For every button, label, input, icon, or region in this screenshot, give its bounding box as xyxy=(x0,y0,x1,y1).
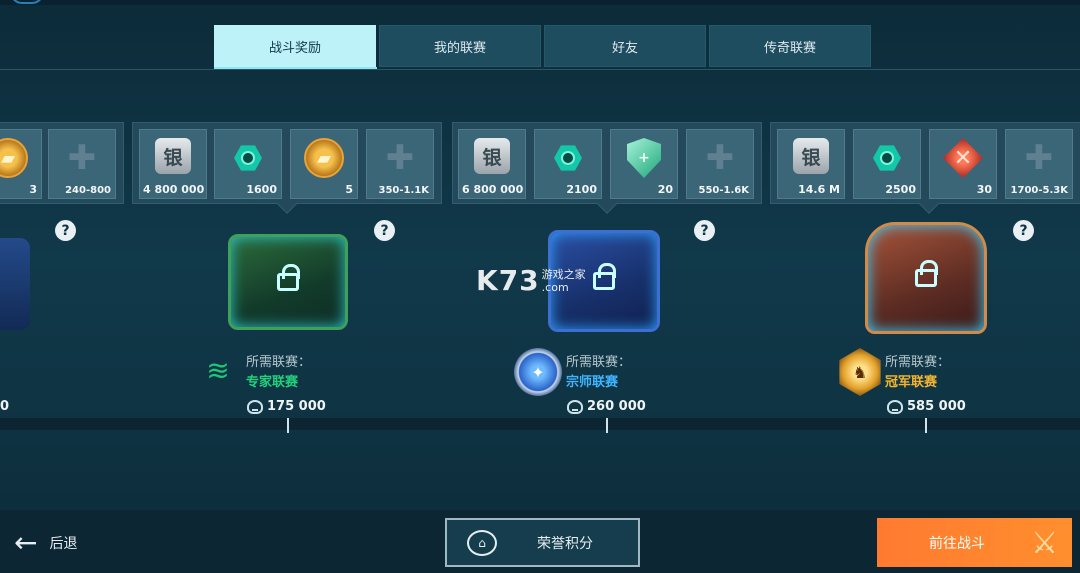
reward-tile-silver[interactable]: 银 6 800 000 xyxy=(458,129,526,199)
crossed-swords-icon: ✕ xyxy=(943,138,983,178)
league-name-expert: 专家联赛 xyxy=(246,375,299,390)
reward-tile-gold[interactable]: ▰ 5 xyxy=(290,129,358,199)
lock-icon xyxy=(593,263,616,290)
honor-points-icon xyxy=(887,399,903,414)
points-threshold: 175 000 xyxy=(247,399,326,414)
tab-legend-league[interactable]: 传奇联赛 xyxy=(709,25,871,67)
points-threshold: 260 000 xyxy=(567,399,646,414)
reward-tile-gem[interactable]: 2100 xyxy=(534,129,602,199)
required-league-label: 所需联赛： xyxy=(566,355,632,370)
reward-tile-silver[interactable]: 银 14.6 M xyxy=(777,129,845,199)
points-value: 0 xyxy=(0,399,10,414)
reward-tile-puzzle[interactable]: ✚ 550-1.6K xyxy=(686,129,754,199)
puzzle-piece-icon: ✚ xyxy=(67,138,97,178)
master-league-emblem-icon: ✦ xyxy=(514,348,562,396)
help-button[interactable]: ? xyxy=(1013,220,1034,241)
honor-points-label: 荣誉积分 xyxy=(537,535,593,552)
reward-tile-silver[interactable]: 银 4 800 000 xyxy=(139,129,207,199)
help-button[interactable]: ? xyxy=(55,220,76,241)
points-value: 585 000 xyxy=(907,399,966,414)
silver-icon: 银 xyxy=(474,138,510,174)
puzzle-piece-icon: ✚ xyxy=(385,138,415,178)
track-tick xyxy=(925,418,927,433)
points-threshold-partial: 0 xyxy=(0,399,9,414)
league-name-champion: 冠军联赛 xyxy=(885,375,938,390)
reward-tile-shield[interactable]: + 20 xyxy=(610,129,678,199)
points-threshold: 585 000 xyxy=(887,399,966,414)
reward-tile-gem[interactable]: 1600 xyxy=(214,129,282,199)
reward-tile-puzzle[interactable]: ✚ 350-1.1K xyxy=(366,129,434,199)
league-name-master: 宗师联赛 xyxy=(566,375,619,390)
progress-track xyxy=(0,418,1080,430)
reward-amount: 1600 xyxy=(246,183,277,196)
reward-tile-gold[interactable]: ▰ 3 xyxy=(0,129,42,199)
tab-friends[interactable]: 好友 xyxy=(544,25,706,67)
back-arrow-icon: ← xyxy=(14,526,38,559)
reward-amount: 6 800 000 xyxy=(462,183,524,196)
gold-bars-icon: ▰ xyxy=(0,138,28,178)
honor-points-icon: ⌂ xyxy=(467,529,497,556)
chest-partial[interactable] xyxy=(0,238,30,330)
lock-icon xyxy=(915,260,938,287)
points-value: 260 000 xyxy=(587,399,646,414)
tabs-divider xyxy=(0,69,1080,70)
back-button[interactable]: ← 后退 xyxy=(14,526,77,560)
points-value: 175 000 xyxy=(267,399,326,414)
honor-points-button[interactable]: ⌂ 荣誉积分 xyxy=(445,518,640,567)
crossed-swords-icon: ⚔ xyxy=(1031,526,1058,561)
watermark-line1: 游戏之家 xyxy=(541,267,586,281)
reward-amount: 1700-5.3K xyxy=(1010,185,1068,196)
watermark-logo: K73 xyxy=(476,264,540,297)
reward-tile-puzzle[interactable]: ✚ 240-800 xyxy=(48,129,116,199)
reward-amount: 30 xyxy=(976,183,992,196)
puzzle-piece-icon: ✚ xyxy=(1024,138,1054,178)
gem-icon xyxy=(548,138,588,178)
chest-champion[interactable] xyxy=(865,222,987,334)
reward-tile-puzzle[interactable]: ✚ 1700-5.3K xyxy=(1005,129,1073,199)
back-label: 后退 xyxy=(49,536,78,552)
reward-amount: 3 xyxy=(29,183,37,196)
honor-points-icon xyxy=(567,399,583,414)
chest-expert[interactable] xyxy=(228,234,348,330)
help-button[interactable]: ? xyxy=(694,220,715,241)
tab-battle-rewards[interactable]: 战斗奖励 xyxy=(214,25,376,67)
silver-icon: 银 xyxy=(155,138,191,174)
reward-amount: 4 800 000 xyxy=(143,183,205,196)
shield-icon: + xyxy=(627,138,661,178)
gem-icon xyxy=(867,138,907,178)
honor-points-icon xyxy=(247,399,263,414)
watermark-line2: .com xyxy=(541,280,569,294)
lock-icon xyxy=(277,264,300,291)
reward-amount: 240-800 xyxy=(65,185,111,196)
silver-icon: 银 xyxy=(793,138,829,174)
reward-amount: 14.6 M xyxy=(798,183,840,196)
go-to-battle-button[interactable]: 前往战斗 ⚔ xyxy=(877,518,1072,567)
reward-amount: 5 xyxy=(345,183,353,196)
track-tick xyxy=(606,418,608,433)
required-league-label: 所需联赛： xyxy=(246,355,312,370)
reward-tile-swords[interactable]: ✕ 30 xyxy=(929,129,997,199)
reward-amount: 550-1.6K xyxy=(698,185,750,196)
gem-icon xyxy=(228,138,268,178)
expert-league-emblem-icon: ≋ xyxy=(206,353,230,387)
gold-bars-icon: ▰ xyxy=(304,138,344,178)
reward-tile-gem[interactable]: 2500 xyxy=(853,129,921,199)
track-tick xyxy=(287,418,289,433)
reward-amount: 2100 xyxy=(566,183,597,196)
required-league-label: 所需联赛： xyxy=(885,355,951,370)
battle-label: 前往战斗 xyxy=(929,535,985,552)
puzzle-piece-icon: ✚ xyxy=(705,138,735,178)
reward-amount: 2500 xyxy=(885,183,916,196)
top-strip xyxy=(0,0,1080,5)
reward-amount: 350-1.1K xyxy=(378,185,430,196)
reward-amount: 20 xyxy=(657,183,673,196)
tab-my-league[interactable]: 我的联赛 xyxy=(379,25,541,67)
watermark: K73 游戏之家 .com xyxy=(476,264,586,297)
help-button[interactable]: ? xyxy=(374,220,395,241)
